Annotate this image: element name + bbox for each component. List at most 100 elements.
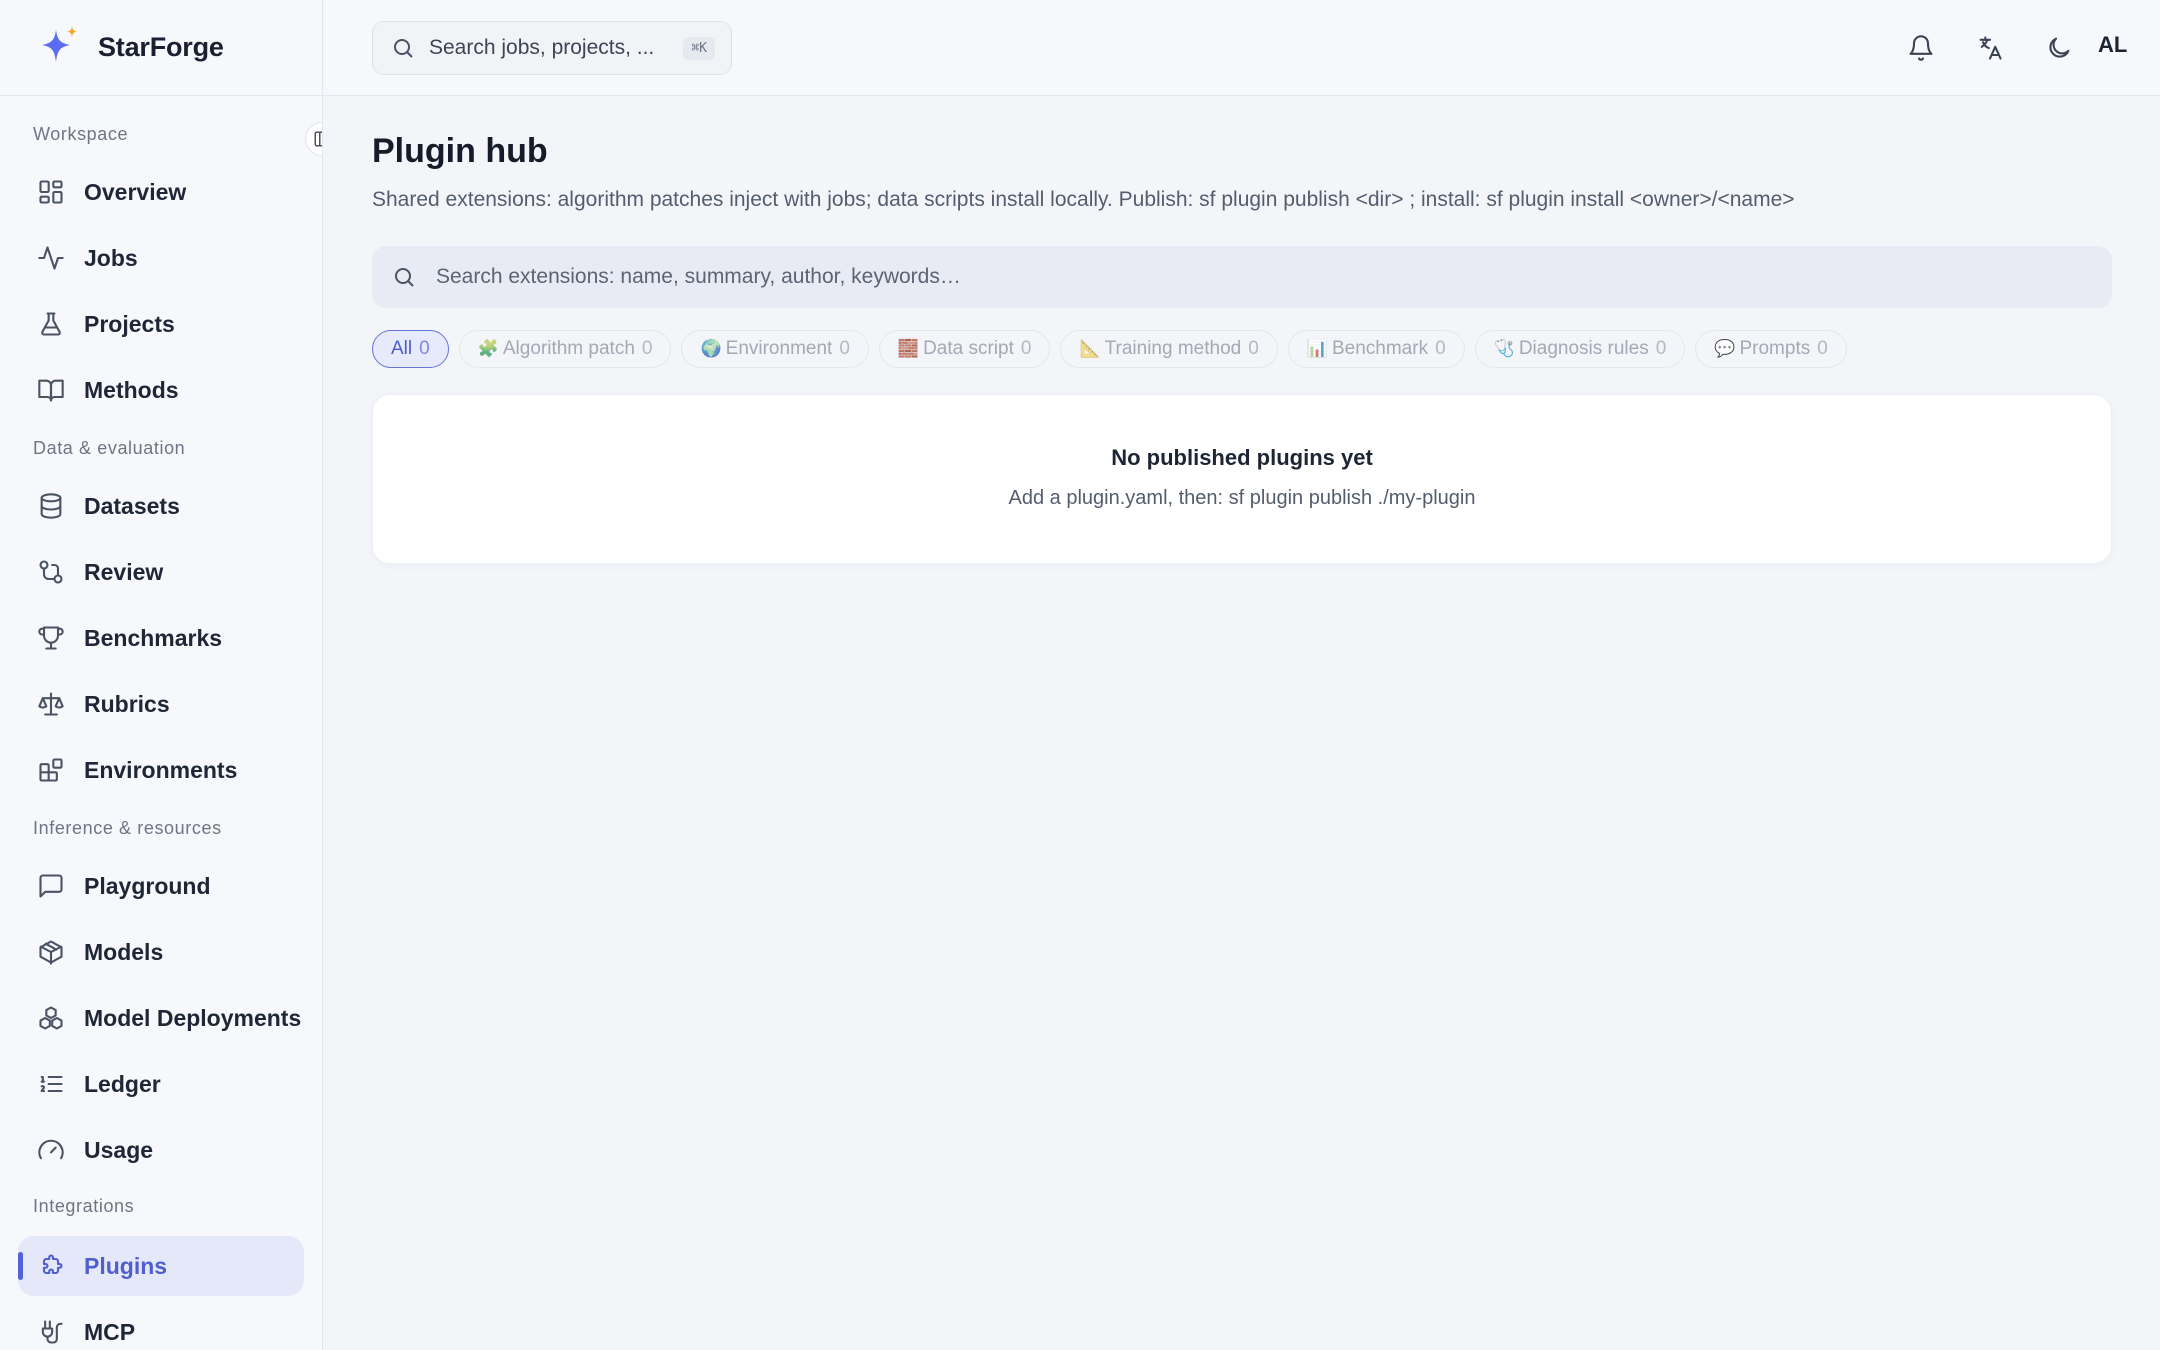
sidebar-item-label: Usage <box>84 1136 154 1163</box>
sidebar-item-usage[interactable]: Usage <box>18 1120 304 1180</box>
filter-chip-prompts[interactable]: 💬 Prompts 0 <box>1695 330 1847 368</box>
sidebar-item-environments[interactable]: Environments <box>18 740 304 800</box>
filter-chip-count: 0 <box>1435 338 1446 359</box>
speech-bubble-emoji-icon: 💬 <box>1714 339 1736 358</box>
sidebar-item-label: MCP <box>84 1318 136 1345</box>
sidebar-item-label: Playground <box>84 872 211 899</box>
grid-icon <box>36 177 66 207</box>
page-title: Plugin hub <box>372 132 548 170</box>
sidebar: StarForge Workspace Overview Jobs Projec… <box>0 0 323 1350</box>
empty-state-title: No published plugins yet <box>1111 445 1373 470</box>
database-icon <box>36 491 66 521</box>
plug-icon <box>36 1317 66 1347</box>
sidebar-item-label: Datasets <box>84 492 180 519</box>
stethoscope-emoji-icon: 🩺 <box>1493 339 1515 358</box>
page-description: Shared extensions: algorithm patches inj… <box>372 188 1795 211</box>
sidebar-item-review[interactable]: Review <box>18 542 304 602</box>
brand[interactable]: StarForge <box>0 0 322 96</box>
sidebar-item-models[interactable]: Models <box>18 922 304 982</box>
filter-chip-diagnosis-rules[interactable]: 🩺 Diagnosis rules 0 <box>1474 330 1686 368</box>
category-filters: All 0 🧩 Algorithm patch 0 🌍 Environment … <box>372 330 1847 368</box>
empty-state-subtitle: Add a plugin.yaml, then: sf plugin publi… <box>1008 487 1476 509</box>
sidebar-item-datasets[interactable]: Datasets <box>18 476 304 536</box>
filter-chip-count: 0 <box>641 338 653 359</box>
translate-icon <box>1979 36 2002 60</box>
empty-state-card: No published plugins yet Add a plugin.ya… <box>372 394 2112 564</box>
globe-emoji-icon: 🌍 <box>700 339 722 358</box>
nav-section-workspace: Workspace <box>33 124 129 144</box>
sidebar-item-playground[interactable]: Playground <box>18 856 304 916</box>
global-search-input[interactable]: Search jobs, projects, ... ⌘K <box>372 21 732 75</box>
filter-chip-all[interactable]: All 0 <box>372 330 449 368</box>
sidebar-item-label: Jobs <box>84 244 138 271</box>
top-bar: Search jobs, projects, ... ⌘K AL <box>324 0 2160 96</box>
search-icon <box>395 268 414 287</box>
sidebar-item-label: Review <box>84 558 164 585</box>
sidebar-item-label: Plugins <box>84 1252 168 1279</box>
message-square-icon <box>36 871 66 901</box>
search-shortcut-badge: ⌘K <box>683 36 715 60</box>
filter-chip-label: Diagnosis rules <box>1518 338 1649 359</box>
sidebar-item-mcp[interactable]: MCP <box>18 1302 304 1350</box>
filter-chip-environment[interactable]: 🌍 Environment 0 <box>681 330 869 368</box>
sidebar-item-methods[interactable]: Methods <box>18 360 304 420</box>
sidebar-item-rubrics[interactable]: Rubrics <box>18 674 304 734</box>
sidebar-item-benchmarks[interactable]: Benchmarks <box>18 608 304 668</box>
filter-chip-label: Algorithm patch <box>502 338 635 359</box>
filter-chip-data-script[interactable]: 🧱 Data script 0 <box>878 330 1051 368</box>
bar-chart-emoji-icon: 📊 <box>1306 339 1328 358</box>
sidebar-item-projects[interactable]: Projects <box>18 294 304 354</box>
cube-icon <box>36 937 66 967</box>
trophy-icon <box>36 623 66 653</box>
bricks-emoji-icon: 🧱 <box>897 339 920 358</box>
sidebar-item-label: Benchmarks <box>84 624 223 651</box>
sidebar-item-plugins[interactable]: Plugins <box>18 1236 304 1296</box>
filter-chip-label: Training method <box>1104 338 1242 359</box>
scale-icon <box>36 689 66 719</box>
nav-section-inference-resources: Inference & resources <box>33 818 222 838</box>
language-button[interactable] <box>1972 30 2008 66</box>
starforge-logo-icon <box>42 25 77 62</box>
sidebar-item-label: Models <box>84 938 164 965</box>
git-compare-icon <box>36 557 66 587</box>
filter-chip-count: 0 <box>839 338 850 359</box>
panel-collapse-icon <box>314 131 322 147</box>
flask-icon <box>36 309 66 339</box>
sidebar-item-jobs[interactable]: Jobs <box>18 228 304 288</box>
filter-chip-label: Environment <box>725 338 833 359</box>
puzzle-icon <box>36 1251 66 1281</box>
sidebar-item-overview[interactable]: Overview <box>18 162 304 222</box>
sidebar-item-label: Model Deployments <box>84 1004 302 1031</box>
filter-chip-training-method[interactable]: 📐 Training method 0 <box>1060 330 1278 368</box>
filter-chip-count: 0 <box>1020 338 1032 359</box>
sidebar-item-label: Environments <box>84 756 238 783</box>
filter-chip-algorithm-patch[interactable]: 🧩 Algorithm patch 0 <box>458 330 672 368</box>
list-ordered-icon <box>36 1069 66 1099</box>
filter-chip-label: Prompts <box>1739 338 1811 359</box>
activity-icon <box>36 243 66 273</box>
filter-chip-count: 0 <box>419 338 430 359</box>
blocks-icon <box>36 755 66 785</box>
avatar[interactable]: AL <box>2098 32 2127 58</box>
global-search-placeholder: Search jobs, projects, ... <box>429 36 655 59</box>
sidebar-item-label: Projects <box>84 310 175 337</box>
triangular-ruler-emoji-icon: 📐 <box>1079 339 1101 358</box>
filter-chip-label: Benchmark <box>1331 338 1429 359</box>
filter-chip-benchmark[interactable]: 📊 Benchmark 0 <box>1287 330 1465 368</box>
nav-section-integrations: Integrations <box>33 1196 135 1216</box>
sidebar-item-ledger[interactable]: Ledger <box>18 1054 304 1114</box>
extension-search-input[interactable]: Search extensions: name, summary, author… <box>372 246 2112 308</box>
sidebar-item-label: Overview <box>84 178 187 205</box>
filter-chip-count: 0 <box>1817 338 1828 359</box>
notifications-button[interactable] <box>1903 30 1939 66</box>
filter-chip-count: 0 <box>1655 338 1667 359</box>
extension-search-placeholder: Search extensions: name, summary, author… <box>436 265 961 288</box>
collapse-sidebar-button[interactable] <box>305 122 322 156</box>
search-icon <box>394 39 413 58</box>
theme-toggle-button[interactable] <box>2041 30 2077 66</box>
sidebar-item-model-deployments[interactable]: Model Deployments <box>18 988 304 1048</box>
filter-chip-label: All <box>391 338 413 359</box>
sidebar-item-label: Methods <box>84 376 179 403</box>
boxes-icon <box>36 1003 66 1033</box>
moon-icon <box>2049 37 2070 58</box>
